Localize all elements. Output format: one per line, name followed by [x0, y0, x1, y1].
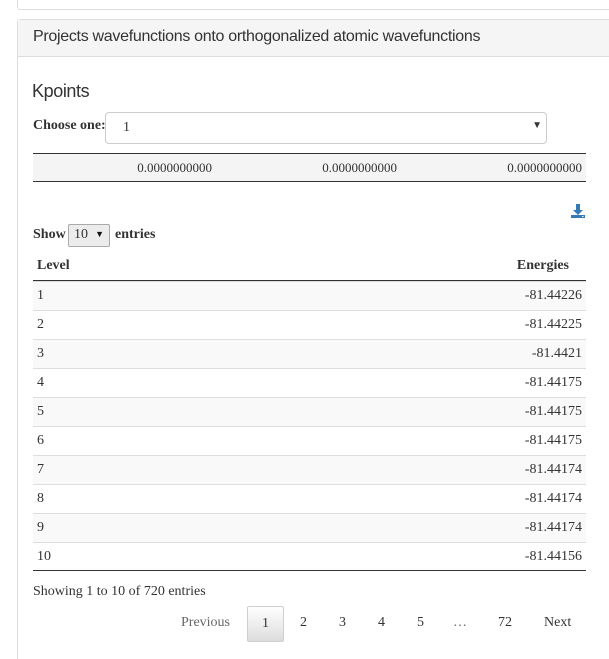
chevron-down-icon: ▼	[532, 120, 542, 131]
energy-cell: -81.4421	[531, 346, 582, 361]
level-cell: 8	[37, 491, 44, 506]
energy-cell: -81.44226	[524, 288, 582, 303]
level-cell: 4	[37, 375, 44, 390]
previous-panel-edge	[17, 0, 609, 10]
table-info: Showing 1 to 10 of 720 entries	[33, 584, 206, 599]
panel-title: Projects wavefunctions onto orthogonaliz…	[33, 28, 481, 45]
table-row: 7 -81.44174	[33, 455, 586, 484]
level-cell: 3	[37, 346, 44, 361]
table-row: 2 -81.44225	[33, 310, 586, 339]
level-cell: 7	[37, 462, 44, 477]
panel-heading: Projects wavefunctions onto orthogonaliz…	[18, 20, 609, 57]
page-label: 1	[262, 616, 269, 631]
chevron-down-icon: ▼	[95, 229, 104, 239]
page-button[interactable]: 4	[378, 615, 385, 631]
level-cell: 2	[37, 317, 44, 332]
table-row: 1 -81.44226	[33, 281, 586, 310]
energy-cell: -81.44175	[524, 404, 582, 419]
kpoint-select[interactable]: 1 ▼	[105, 112, 547, 144]
table-row: 3 -81.4421	[33, 339, 586, 368]
energies-table: Level Energies 1 -81.44226 2 -81.44225 3…	[33, 253, 586, 571]
energy-cell: -81.44175	[524, 375, 582, 390]
kpoint-select-value: 1	[123, 120, 130, 135]
page-button[interactable]: 3	[339, 615, 346, 631]
column-header-energies[interactable]: Energies	[517, 258, 569, 274]
download-icon[interactable]	[570, 203, 586, 219]
level-cell: 1	[37, 288, 44, 303]
energy-cell: -81.44225	[524, 317, 582, 332]
choose-label: Choose one:	[33, 118, 106, 133]
table-row: 8 -81.44174	[33, 484, 586, 513]
energy-cell: -81.44175	[524, 433, 582, 448]
table-row: 9 -81.44174	[33, 513, 586, 542]
page-button-current[interactable]: 1	[247, 606, 284, 642]
page-length-select[interactable]: 10 ▼	[68, 224, 110, 247]
entries-label: entries	[115, 227, 156, 242]
pagination: Previous 1 2 3 4 5 … 72 Next	[0, 606, 609, 642]
page-length-value: 10	[74, 227, 88, 242]
table-row: 10 -81.44156	[33, 542, 586, 571]
level-cell: 9	[37, 520, 44, 535]
previous-page-button[interactable]: Previous	[181, 615, 230, 631]
table-row: 5 -81.44175	[33, 397, 586, 426]
next-page-button[interactable]: Next	[544, 615, 571, 631]
pagination-ellipsis: …	[453, 615, 467, 630]
page-button[interactable]: 2	[300, 615, 307, 631]
kpoint-y: 0.0000000000	[322, 160, 397, 175]
table-row: 4 -81.44175	[33, 368, 586, 397]
energy-cell: -81.44174	[524, 462, 582, 477]
kpoint-x: 0.0000000000	[137, 160, 212, 175]
kpoints-title: Kpoints	[32, 81, 90, 101]
energy-cell: -81.44174	[524, 520, 582, 535]
table-header: Level Energies	[33, 253, 586, 281]
column-header-level[interactable]: Level	[37, 258, 70, 274]
show-label: Show	[33, 227, 66, 242]
energy-cell: -81.44156	[524, 549, 582, 564]
level-cell: 5	[37, 404, 44, 419]
table-row: 6 -81.44175	[33, 426, 586, 455]
level-cell: 10	[37, 549, 51, 564]
page-button-last[interactable]: 72	[498, 615, 512, 631]
energy-cell: -81.44174	[524, 491, 582, 506]
page-button[interactable]: 5	[417, 615, 424, 631]
kpoint-z: 0.0000000000	[507, 160, 582, 175]
level-cell: 6	[37, 433, 44, 448]
kpoint-coordinates: 0.0000000000 0.0000000000 0.0000000000	[33, 153, 586, 182]
